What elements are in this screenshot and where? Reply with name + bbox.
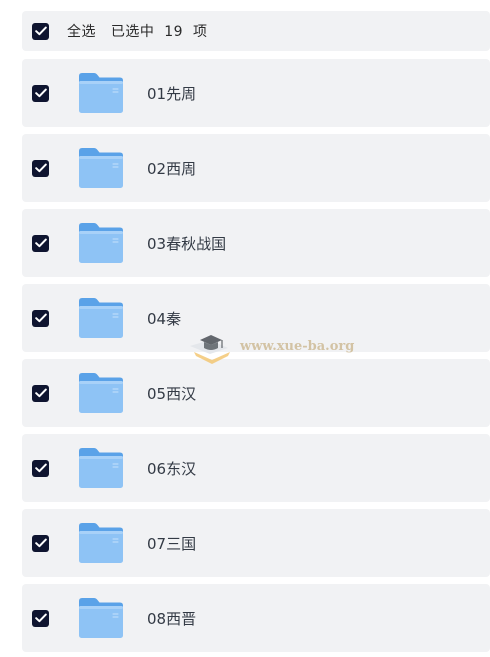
folder-row[interactable]: 07三国 — [22, 509, 490, 577]
folder-icon — [79, 73, 123, 113]
folder-name: 03春秋战国 — [147, 234, 227, 253]
folder-name: 01先周 — [147, 84, 197, 103]
checkmark-icon — [34, 613, 47, 623]
folder-icon — [79, 148, 123, 188]
folder-checkbox[interactable] — [32, 609, 49, 627]
folder-checkbox[interactable] — [32, 159, 49, 177]
folder-icon — [79, 598, 123, 638]
checkmark-icon — [34, 238, 47, 248]
select-all-checkbox[interactable] — [32, 22, 49, 40]
folder-name: 02西周 — [147, 159, 197, 178]
folder-checkbox[interactable] — [32, 384, 49, 402]
folder-row[interactable]: 01先周 — [22, 59, 490, 127]
folder-row[interactable]: 04秦 — [22, 284, 490, 352]
folder-name: 04秦 — [147, 309, 182, 328]
checkmark-icon — [34, 163, 47, 173]
folder-icon — [79, 448, 123, 488]
checkmark-icon — [34, 538, 47, 548]
folder-row[interactable]: 03春秋战国 — [22, 209, 490, 277]
folder-row[interactable]: 08西晋 — [22, 584, 490, 652]
file-selection-list: 全选 已选中 19 项 01先周 02西周 03春秋战国 04秦 05西汉 06… — [0, 0, 490, 657]
folder-checkbox[interactable] — [32, 309, 49, 327]
folder-name: 08西晋 — [147, 609, 197, 628]
folder-checkbox[interactable] — [32, 459, 49, 477]
folder-row[interactable]: 05西汉 — [22, 359, 490, 427]
folder-checkbox[interactable] — [32, 84, 49, 102]
select-all-bar[interactable]: 全选 已选中 19 项 — [22, 11, 490, 51]
folder-checkbox[interactable] — [32, 234, 49, 252]
checkmark-icon — [34, 463, 47, 473]
folder-icon — [79, 523, 123, 563]
folder-icon — [79, 298, 123, 338]
checkmark-icon — [34, 26, 47, 36]
folder-row[interactable]: 06东汉 — [22, 434, 490, 502]
folder-list: 01先周 02西周 03春秋战国 04秦 05西汉 06东汉 07三国 08西晋 — [22, 59, 490, 657]
folder-row[interactable]: 02西周 — [22, 134, 490, 202]
selection-count-label: 全选 已选中 19 项 — [67, 24, 208, 40]
checkmark-icon — [34, 313, 47, 323]
folder-icon — [79, 373, 123, 413]
folder-checkbox[interactable] — [32, 534, 49, 552]
folder-name: 07三国 — [147, 534, 197, 553]
folder-icon — [79, 223, 123, 263]
checkmark-icon — [34, 388, 47, 398]
checkmark-icon — [34, 88, 47, 98]
folder-name: 05西汉 — [147, 384, 197, 403]
folder-name: 06东汉 — [147, 459, 197, 478]
